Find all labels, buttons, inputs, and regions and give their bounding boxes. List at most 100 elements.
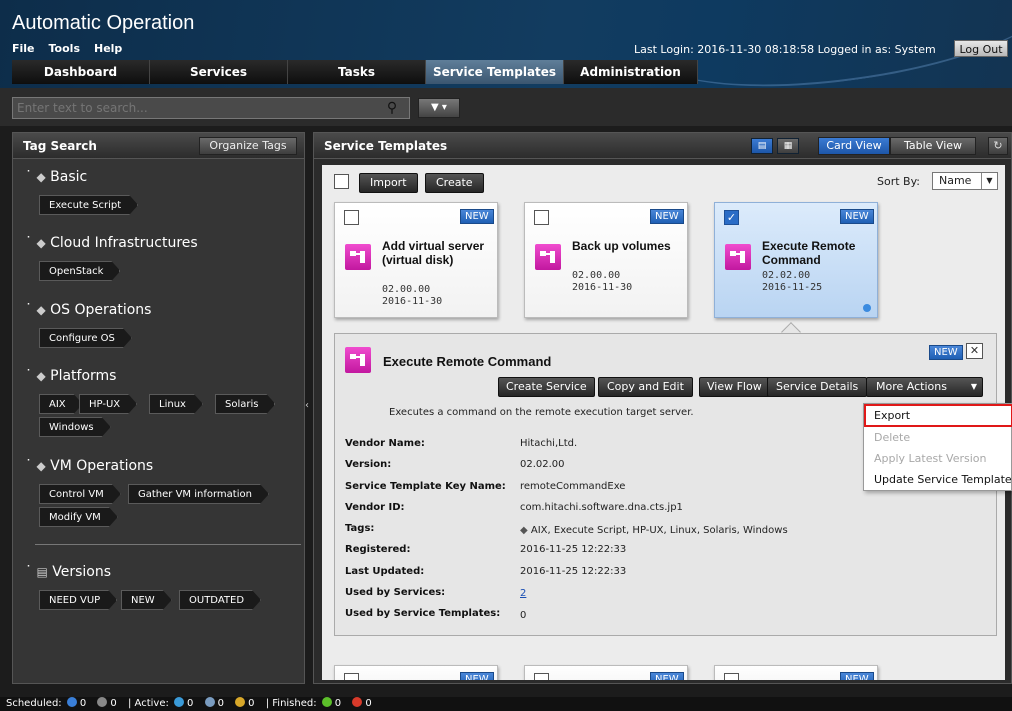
new-badge: NEW — [929, 345, 963, 360]
select-all-checkbox[interactable] — [334, 174, 349, 189]
tab-administration[interactable]: Administration — [564, 60, 698, 84]
card-checkbox[interactable] — [344, 673, 359, 680]
list-view-icon[interactable]: ▤ — [751, 138, 773, 154]
new-badge: NEW — [650, 672, 684, 680]
card-checkbox-checked[interactable]: ✓ — [724, 210, 739, 225]
prop-label: Registered: — [345, 544, 411, 555]
card-date: 2016-11-25 — [762, 282, 823, 293]
tag-control-vm[interactable]: Control VM — [39, 484, 121, 504]
tag-linux[interactable]: Linux — [149, 394, 203, 414]
used-by-services-link[interactable]: 2 — [520, 588, 526, 599]
tag-windows[interactable]: Windows — [39, 417, 111, 437]
collapse-panel-handle[interactable]: ‹ — [305, 400, 313, 411]
grid-view-icon[interactable]: ▦ — [777, 138, 799, 154]
menu-tools[interactable]: Tools — [49, 42, 80, 55]
sort-by-label: Sort By: — [877, 175, 921, 188]
card-view-button[interactable]: Card View — [818, 137, 890, 155]
filter-dropdown-button[interactable]: ▼ ▾ — [418, 98, 460, 118]
create-button[interactable]: Create — [425, 173, 484, 193]
table-view-button[interactable]: Table View — [890, 137, 976, 155]
sort-select[interactable]: Name ▼ — [932, 172, 998, 190]
tag-openstack[interactable]: OpenStack — [39, 261, 120, 281]
service-template-icon — [345, 347, 371, 373]
service-template-card[interactable]: NEW Add virtual server (virtual disk) 02… — [334, 202, 498, 318]
tag-aix[interactable]: AIX — [39, 394, 83, 414]
tab-services[interactable]: Services — [150, 60, 288, 84]
menu-item-apply-latest-version: Apply Latest Version — [874, 452, 987, 465]
tag-group-platforms[interactable]: ˙ ◆ Platforms — [25, 368, 116, 384]
tag-group-label: Platforms — [50, 368, 117, 384]
tag-configure-os[interactable]: Configure OS — [39, 328, 132, 348]
organize-tags-button[interactable]: Organize Tags — [199, 137, 297, 155]
service-template-card[interactable]: NEW — [714, 665, 878, 680]
search-icon[interactable]: ⚲ — [383, 99, 401, 117]
versions-icon: ▤ — [36, 565, 48, 579]
search-input[interactable] — [12, 97, 410, 119]
tab-service-templates[interactable]: Service Templates — [426, 60, 564, 84]
tag-group-label: Basic — [50, 169, 88, 185]
service-template-card[interactable]: NEW — [524, 665, 688, 680]
close-icon[interactable]: ✕ — [966, 343, 983, 359]
running-icon[interactable] — [174, 697, 185, 707]
active-waiting-count: 0 — [217, 698, 224, 709]
copy-and-edit-button[interactable]: Copy and Edit — [598, 377, 693, 397]
tag-outdated[interactable]: OUTDATED — [179, 590, 261, 610]
prop-last-updated: 2016-11-25 12:22:33 — [520, 566, 627, 577]
tag-hp-ux[interactable]: HP-UX — [79, 394, 137, 414]
card-checkbox[interactable] — [344, 210, 359, 225]
prop-vendor-name: Hitachi,Ltd. — [520, 438, 578, 449]
prop-tags-value: AIX, Execute Script, HP-UX, Linux, Solar… — [530, 525, 788, 536]
tab-dashboard[interactable]: Dashboard — [12, 60, 150, 84]
tag-execute-script[interactable]: Execute Script — [39, 195, 138, 215]
tag-group-basic[interactable]: ˙ ◆ Basic — [25, 169, 87, 185]
service-template-card[interactable]: NEW Back up volumes 02.00.00 2016-11-30 — [524, 202, 688, 318]
tag-group-cloud[interactable]: ˙ ◆ Cloud Infrastructures — [25, 235, 198, 251]
view-flow-button[interactable]: View Flow — [699, 377, 770, 397]
tab-tasks[interactable]: Tasks — [288, 60, 426, 84]
menu-file[interactable]: File — [12, 42, 35, 55]
service-template-icon — [535, 244, 561, 270]
scheduled-clock-icon[interactable] — [66, 697, 77, 707]
card-checkbox[interactable] — [534, 210, 549, 225]
logout-button[interactable]: Log Out — [954, 40, 1008, 57]
tag-group-label: Versions — [52, 564, 112, 580]
warning-icon[interactable] — [235, 697, 246, 707]
service-template-icon — [725, 244, 751, 270]
service-template-card[interactable]: NEW — [334, 665, 498, 680]
paused-count: 0 — [110, 698, 117, 709]
import-button[interactable]: Import — [359, 173, 418, 193]
scheduled-count: 0 — [79, 698, 87, 709]
tag-group-vm-operations[interactable]: ˙ ◆ VM Operations — [25, 458, 153, 474]
prop-label: Service Template Key Name: — [345, 481, 506, 492]
tag-gather-vm-information[interactable]: Gather VM information — [128, 484, 269, 504]
tag-solaris[interactable]: Solaris — [215, 394, 275, 414]
tag-group-versions[interactable]: ˙ ▤ Versions — [25, 564, 111, 580]
error-icon[interactable] — [352, 697, 363, 707]
card-checkbox[interactable] — [534, 673, 549, 680]
card-checkbox[interactable] — [724, 673, 739, 680]
paused-icon[interactable] — [97, 697, 108, 707]
card-title: Execute Remote Command — [762, 239, 856, 267]
check-icon[interactable] — [321, 697, 332, 707]
tag-new[interactable]: NEW — [121, 590, 172, 610]
card-version: 02.00.00 — [572, 270, 621, 281]
new-badge: NEW — [460, 209, 494, 224]
menu-item-export[interactable]: Export — [874, 409, 910, 422]
tag-modify-vm[interactable]: Modify VM — [39, 507, 118, 527]
tag-need-vup[interactable]: NEED VUP — [39, 590, 117, 610]
more-actions-label: More Actions — [876, 380, 947, 393]
prop-key-name: remoteCommandExe — [520, 481, 626, 492]
chevron-down-icon: ˙ — [25, 564, 32, 580]
refresh-icon[interactable]: ↻ — [988, 137, 1008, 155]
status-bar: Scheduled: 0 0 | Active: 0 0 0 | Finishe… — [0, 697, 1012, 711]
service-details-button[interactable]: Service Details — [767, 377, 868, 397]
tag-group-os-operations[interactable]: ˙ ◆ OS Operations — [25, 302, 151, 318]
service-template-card[interactable]: ✓ NEW Execute Remote Command 02.02.00 20… — [714, 202, 878, 318]
menu-item-update-service-template[interactable]: Update Service Template — [874, 473, 1012, 486]
menu-help[interactable]: Help — [94, 42, 122, 55]
main-tabs: Dashboard Services Tasks Service Templat… — [12, 60, 698, 84]
waiting-icon[interactable] — [204, 697, 215, 707]
prop-version: 02.02.00 — [520, 459, 565, 470]
create-service-button[interactable]: Create Service — [498, 377, 595, 397]
more-actions-button[interactable]: More Actions ▼ — [866, 377, 983, 397]
